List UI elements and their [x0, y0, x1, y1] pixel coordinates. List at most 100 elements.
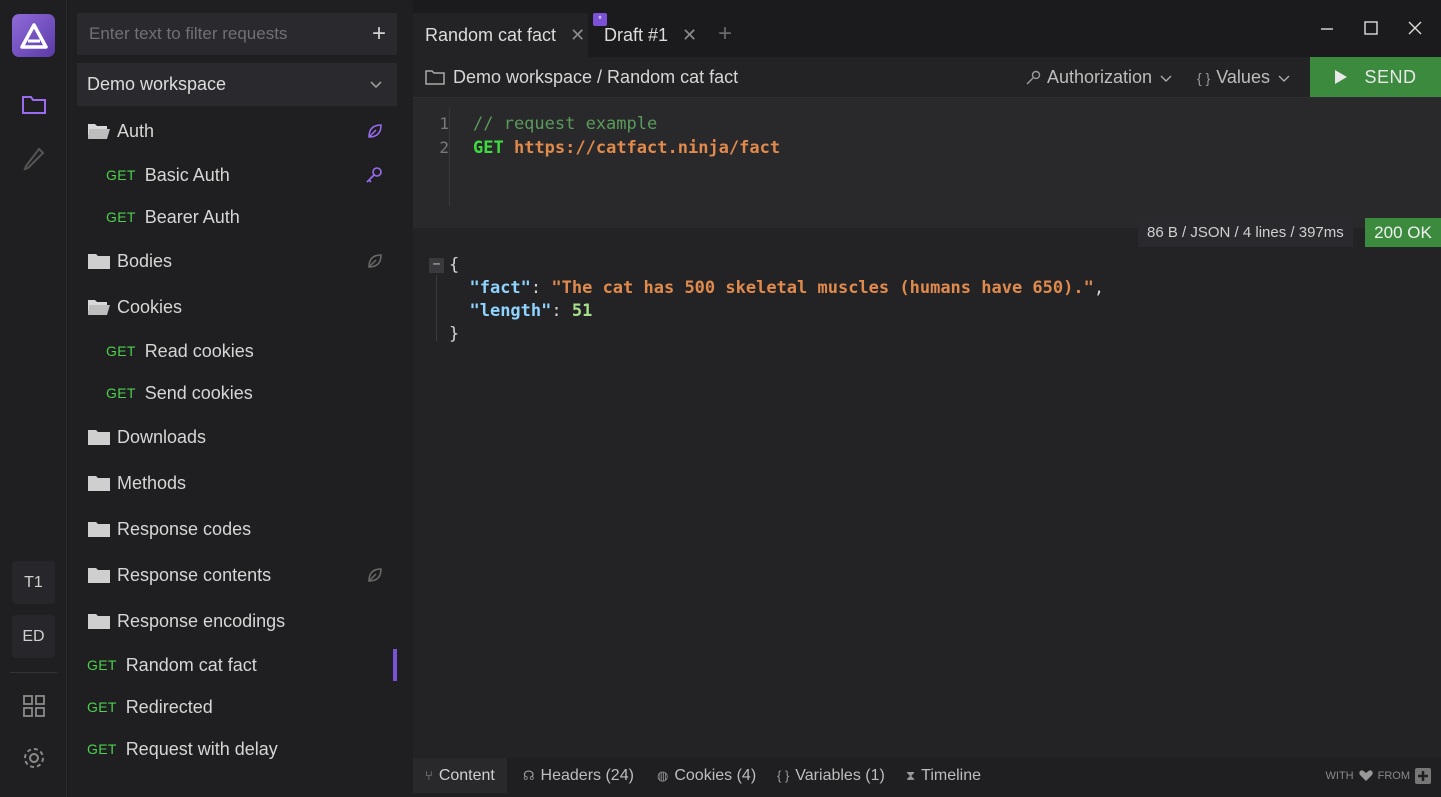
filter-box: + [77, 13, 397, 55]
filter-requests-input[interactable] [77, 24, 361, 44]
send-label: SEND [1364, 66, 1417, 87]
fold-toggle-icon[interactable]: − [429, 258, 444, 273]
collections-folder-icon[interactable] [18, 88, 50, 120]
main-panel: Random cat fact ✕ * Draft #1 ✕ + Demo wo… [413, 0, 1441, 797]
key-icon[interactable] [365, 166, 383, 184]
leaf-icon[interactable] [367, 567, 383, 583]
maximize-icon[interactable] [1359, 16, 1383, 40]
workspace-name: Demo workspace [87, 74, 227, 94]
folder-response-codes[interactable]: Response codes [77, 506, 397, 552]
tab-variables[interactable]: { } Variables (1) [777, 758, 885, 793]
tab-cookies[interactable]: ◍ Cookies (4) [657, 758, 756, 793]
headphones-icon: ☊ [523, 767, 535, 783]
fold-guide [436, 275, 437, 341]
request-with-delay[interactable]: GET Request with delay [77, 728, 397, 770]
request-label: Request with delay [125, 738, 278, 759]
environment-pencil-icon[interactable] [18, 142, 50, 174]
app-logo-icon [12, 14, 55, 57]
minimize-icon[interactable] [1315, 16, 1339, 40]
line-number: 1 [439, 114, 449, 133]
sidebar: + Demo workspace Auth GET Basic Auth GET… [68, 0, 413, 797]
request-bearer-auth[interactable]: GET Bearer Auth [77, 196, 397, 238]
response-tabs-bar: ⑂ Content ☊ Headers (24) ◍ Cookies (4) {… [413, 758, 1441, 797]
request-label: Send cookies [144, 382, 253, 403]
chevron-down-icon [1160, 75, 1172, 82]
folder-label: Response contents [117, 564, 272, 585]
chevron-down-icon [1278, 75, 1290, 82]
tab-headers[interactable]: ☊ Headers (24) [523, 758, 634, 793]
close-icon[interactable]: ✕ [570, 25, 585, 46]
send-button[interactable]: SEND [1310, 57, 1441, 97]
credit-from: FROM [1377, 770, 1410, 782]
request-label: Redirected [125, 696, 213, 717]
folder-label: Response encodings [117, 610, 286, 631]
method-badge: GET [87, 741, 117, 757]
json-number-value: 51 [571, 301, 593, 321]
folder-methods[interactable]: Methods [77, 460, 397, 506]
add-request-button[interactable]: + [361, 13, 397, 55]
folder-downloads[interactable]: Downloads [77, 414, 397, 460]
values-dropdown[interactable]: { } Values [1197, 57, 1290, 98]
json-open-brace: { [449, 255, 460, 275]
workspace-selector[interactable]: Demo workspace [77, 63, 397, 106]
window-close-icon[interactable] [1403, 16, 1427, 40]
leaf-icon[interactable] [367, 123, 383, 139]
folder-label: Bodies [117, 250, 173, 271]
folder-icon [88, 430, 110, 445]
apps-grid-icon[interactable] [18, 690, 50, 722]
response-viewer[interactable]: − { "fact": "The cat has 500 skeletal mu… [413, 248, 1441, 758]
request-read-cookies[interactable]: GET Read cookies [77, 330, 397, 372]
settings-gear-icon[interactable] [18, 742, 50, 774]
folder-cookies[interactable]: Cookies [77, 284, 397, 330]
breadcrumb: Demo workspace / Random cat fact [425, 57, 738, 98]
folder-bodies[interactable]: Bodies [77, 238, 397, 284]
plus-square-icon [1415, 768, 1431, 784]
method-badge: GET [87, 699, 117, 715]
folder-response-encodings[interactable]: Response encodings [77, 598, 397, 644]
request-random-cat-fact[interactable]: GET Random cat fact [77, 644, 397, 686]
request-toolbar: Demo workspace / Random cat fact Authori… [413, 57, 1441, 98]
folder-open-icon [88, 124, 110, 139]
method-badge: GET [106, 343, 136, 359]
credit-with: WITH [1325, 770, 1354, 782]
tab-timeline[interactable]: ⧗ Timeline [906, 758, 981, 793]
request-label: Read cookies [144, 340, 254, 361]
line-numbers: 1 2 [413, 112, 449, 160]
tab-draft-1[interactable]: Draft #1 ✕ [592, 13, 697, 57]
heart-icon [1358, 770, 1373, 781]
tab-label: Content [438, 766, 495, 784]
request-basic-auth[interactable]: GET Basic Auth [77, 154, 397, 196]
authorization-dropdown[interactable]: Authorization [1025, 57, 1172, 98]
braces-icon: { } [777, 768, 790, 783]
new-tab-plus-icon[interactable]: + [718, 20, 732, 48]
credit-line: WITH FROM [1321, 768, 1431, 784]
request-editor[interactable]: 1 2 // request example GET https://catfac… [413, 98, 1441, 228]
request-label: Random cat fact [125, 654, 257, 675]
tab-content[interactable]: ⑂ Content [413, 758, 507, 793]
chevron-down-icon [370, 81, 382, 89]
tab-random-cat-fact[interactable]: Random cat fact ✕ [413, 13, 588, 57]
code-method: GET [473, 138, 504, 158]
folder-icon [88, 614, 110, 629]
team-badge-t1[interactable]: T1 [12, 561, 55, 604]
folder-label: Auth [117, 120, 155, 141]
gutter-divider [449, 108, 450, 206]
json-key: "fact" [469, 278, 531, 298]
request-redirected[interactable]: GET Redirected [77, 686, 397, 728]
folder-icon [88, 254, 110, 269]
team-badge-ed[interactable]: ED [12, 615, 55, 658]
leaf-icon[interactable] [367, 253, 383, 269]
json-string-value: "The cat has 500 skeletal muscles (human… [551, 278, 1094, 298]
team-badge-label: T1 [24, 573, 43, 591]
team-badge-label: ED [22, 627, 45, 645]
folder-auth[interactable]: Auth [77, 108, 397, 154]
method-badge: GET [106, 167, 136, 183]
status-badge: 200 OK [1365, 218, 1441, 247]
method-badge: GET [106, 385, 136, 401]
close-icon[interactable]: ✕ [682, 25, 697, 46]
request-send-cookies[interactable]: GET Send cookies [77, 372, 397, 414]
response-meta: 86 B / JSON / 4 lines / 397ms [1138, 218, 1353, 247]
play-icon [1335, 70, 1348, 84]
folder-label: Response codes [117, 518, 252, 539]
folder-response-contents[interactable]: Response contents [77, 552, 397, 598]
